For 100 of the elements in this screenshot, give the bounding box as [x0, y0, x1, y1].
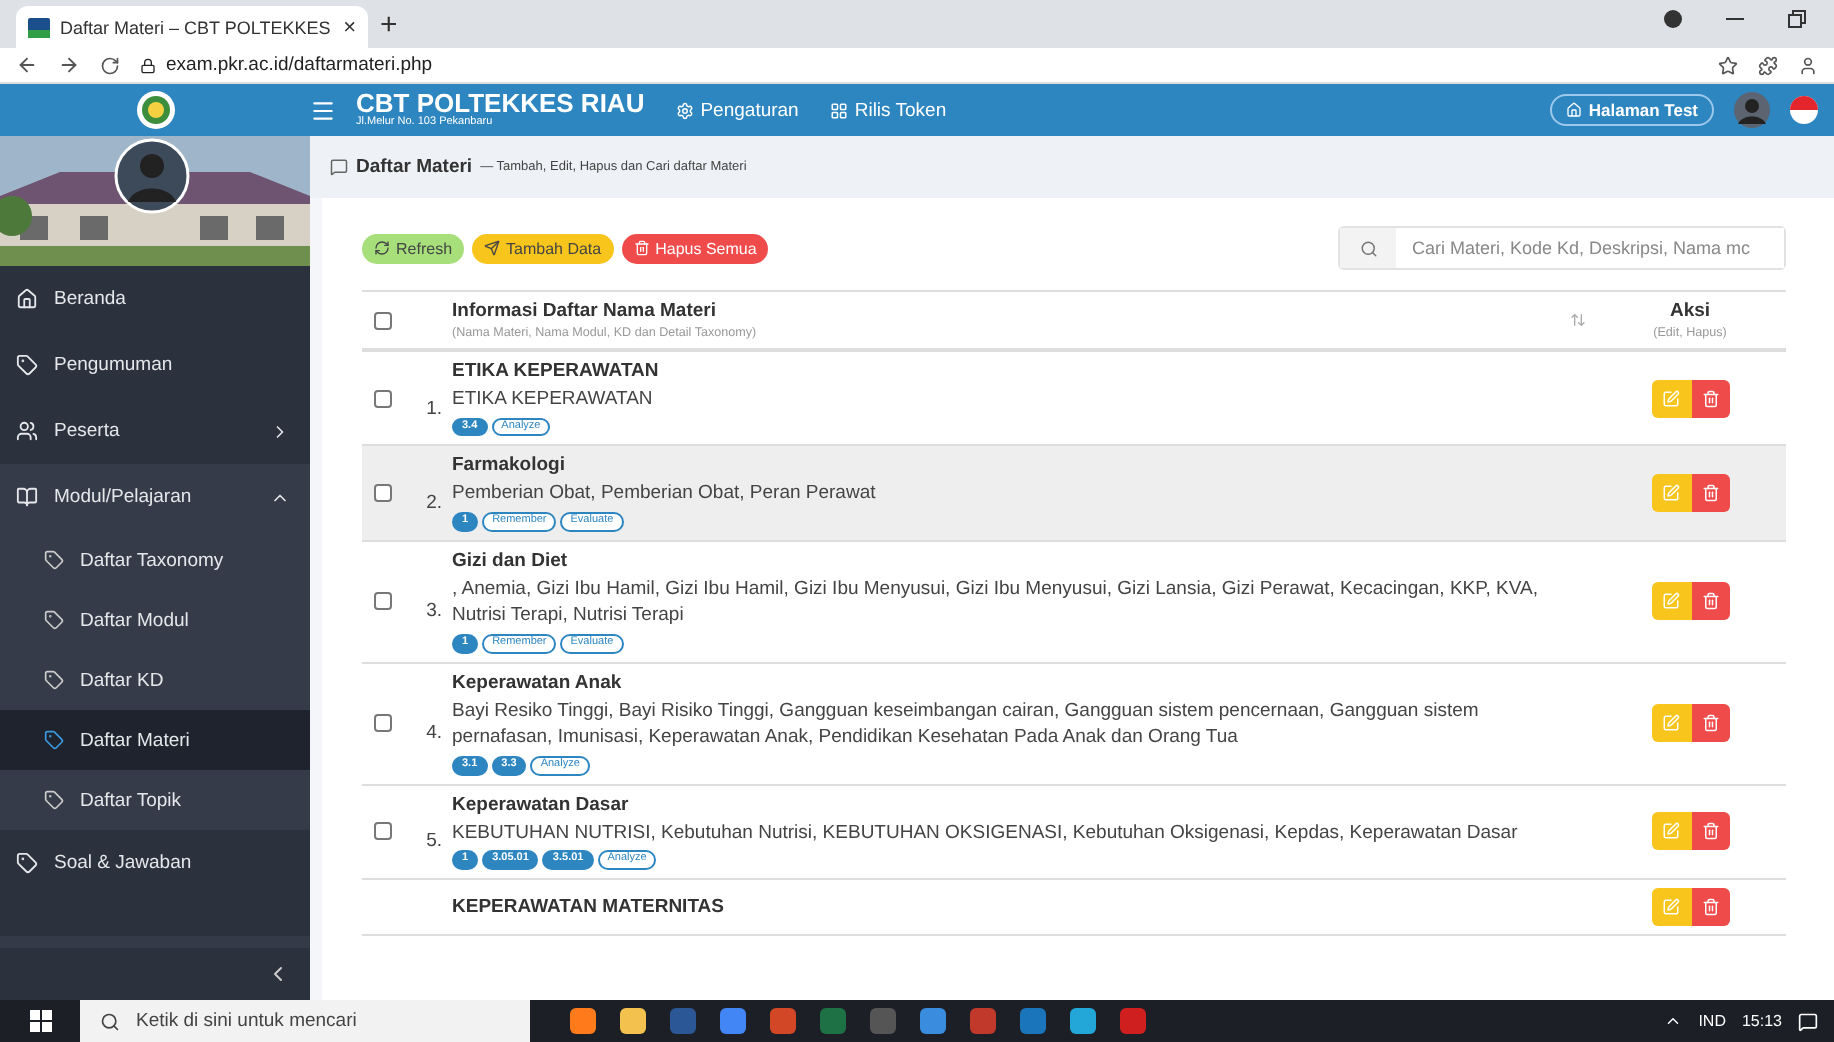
row-checkbox[interactable]	[374, 592, 392, 611]
address-field[interactable]: exam.pkr.ac.id/daftarmateri.php	[166, 54, 433, 76]
avatar-icon[interactable]	[1734, 92, 1770, 128]
toolbar-button[interactable]: Hapus Semua	[621, 233, 769, 263]
materi-title: Farmakologi	[452, 454, 567, 477]
row-checkbox[interactable]	[374, 714, 392, 733]
row-number: 2.	[426, 491, 442, 514]
tray-chevron-icon[interactable]	[1664, 1012, 1683, 1030]
new-tab-button[interactable]: +	[380, 8, 398, 48]
materi-title: Gizi dan Diet	[452, 549, 570, 572]
select-all-checkbox[interactable]	[374, 311, 392, 329]
app-icon[interactable]	[1070, 1008, 1096, 1034]
materi-title: KEPERAWATAN MATERNITAS	[452, 895, 726, 918]
star-icon[interactable]	[1718, 55, 1738, 75]
test-page-button[interactable]: Halaman Test	[1550, 94, 1714, 126]
materi-title: ETIKA KEPERAWATAN	[452, 360, 661, 382]
delete-button[interactable]	[1691, 473, 1729, 512]
edit-icon	[1662, 897, 1680, 916]
delete-button[interactable]	[1691, 582, 1729, 621]
home-icon	[16, 288, 38, 310]
delete-button[interactable]	[1691, 887, 1729, 926]
sidebar-subitem[interactable]: Daftar Materi	[0, 710, 310, 770]
edit-icon	[1662, 592, 1680, 611]
row-number: 5.	[426, 830, 442, 853]
people-icon	[16, 420, 38, 442]
row-number: 4.	[426, 722, 442, 745]
clock: 15:13	[1741, 1012, 1782, 1030]
send-icon	[484, 240, 501, 256]
delete-button[interactable]	[1691, 704, 1729, 743]
sidebar-item[interactable]: Modul/Pelajaran	[0, 464, 310, 530]
row-checkbox[interactable]	[374, 483, 392, 502]
page-title: Daftar Materi	[356, 156, 473, 178]
app-title: CBT POLTEKKES RIAU	[356, 90, 645, 117]
gear-icon	[676, 101, 695, 119]
profile-icon[interactable]	[1798, 55, 1818, 75]
header-link[interactable]: Pengaturan	[676, 99, 799, 121]
row-checkbox[interactable]	[374, 822, 392, 841]
flag-icon[interactable]	[1790, 96, 1818, 124]
row-checkbox[interactable]	[374, 389, 392, 408]
book-icon	[16, 486, 38, 508]
trash-icon	[1701, 592, 1719, 611]
app-icon[interactable]	[920, 1008, 946, 1034]
lock-icon	[140, 57, 156, 73]
edit-icon	[1662, 714, 1680, 733]
row-number: 3.	[426, 600, 442, 623]
sidebar-subitem[interactable]: Daftar Modul	[0, 590, 310, 650]
trash-icon	[1701, 483, 1719, 502]
toolbar-button[interactable]: Tambah Data	[472, 233, 614, 263]
edit-icon	[1662, 483, 1680, 502]
forward-icon[interactable]	[58, 54, 80, 76]
trash-icon	[1701, 897, 1719, 916]
trash-icon	[1701, 822, 1719, 841]
app-icon[interactable]	[720, 1008, 746, 1034]
logo-icon	[135, 90, 175, 130]
tag-icon	[44, 550, 64, 570]
tag-icon	[44, 610, 64, 630]
menu-icon[interactable]	[310, 97, 336, 123]
trash-icon	[1701, 714, 1719, 733]
header-link[interactable]: Rilis Token	[830, 99, 947, 121]
refresh-icon	[374, 240, 390, 256]
app-icon[interactable]	[570, 1008, 596, 1034]
back-icon[interactable]	[16, 54, 38, 76]
tag-icon	[44, 670, 64, 690]
taskbar-search-text: Ketik di sini untuk mencari	[136, 1010, 357, 1032]
sidebar-item[interactable]: Pengumuman	[0, 332, 310, 398]
windows-icon[interactable]	[29, 1010, 51, 1032]
search-field[interactable]: Cari Materi, Kode Kd, Deskripsi, Nama mc	[1338, 226, 1786, 270]
reload-icon[interactable]	[100, 55, 120, 75]
sidebar-item[interactable]: Beranda	[0, 266, 310, 332]
materi-detail: ETIKA KEPERAWATAN	[452, 386, 655, 414]
edit-icon	[1662, 389, 1680, 408]
row-number: 1.	[426, 397, 442, 420]
sidebar-subitem[interactable]: Daftar KD	[0, 650, 310, 710]
notification-icon[interactable]	[1798, 1011, 1818, 1031]
trash-icon	[1701, 389, 1719, 408]
delete-button[interactable]	[1691, 379, 1729, 418]
app-icon[interactable]	[620, 1008, 646, 1034]
delete-button[interactable]	[1691, 812, 1729, 851]
materi-title: Keperawatan Dasar	[452, 793, 631, 816]
toolbar-button[interactable]: Refresh	[362, 233, 465, 263]
sidebar-subitem[interactable]: Daftar Topik	[0, 770, 310, 830]
browser-tab[interactable]: Daftar Materi – CBT POLTEKKES ×	[16, 6, 368, 48]
materi-detail: Bayi Resiko Tinggi, Bayi Risiko Tinggi, Gangguan keseimbangan cairan, Gangguan sistem pencernaan, Gangguan sistem pernafasan, Imunisasi, Keperawatan Anak, Pendidikan Kesehatan Pada Anak dan Orang Tua	[452, 697, 1481, 753]
sidebar-item[interactable]: Peserta	[0, 398, 310, 464]
tag-icon	[16, 852, 38, 874]
home-icon	[1566, 102, 1583, 118]
sidebar-subitem[interactable]: Daftar Taxonomy	[0, 530, 310, 590]
materi-detail: KEBUTUHAN NUTRISI, Kebutuhan Nutrisi, KEBUTUHAN OKSIGENASI, Kebutuhan Oksigenasi, Kepdas, Keperawatan Dasar	[452, 819, 1520, 847]
sidebar-item[interactable]: Soal & Jawaban	[0, 830, 310, 896]
column-title: Informasi Daftar Nama Materi	[452, 300, 718, 322]
tag-icon	[16, 354, 38, 376]
edit-icon	[1662, 822, 1680, 841]
puzzle-icon[interactable]	[1758, 55, 1778, 75]
restore-icon[interactable]	[1788, 10, 1806, 28]
record-icon	[1664, 10, 1682, 28]
chat-icon	[330, 158, 348, 176]
site-icon	[28, 17, 50, 37]
materi-detail: Pemberian Obat, Pemberian Obat, Peran Perawat	[452, 480, 878, 509]
tag-icon	[44, 730, 64, 750]
sort-icon[interactable]	[1570, 312, 1586, 328]
